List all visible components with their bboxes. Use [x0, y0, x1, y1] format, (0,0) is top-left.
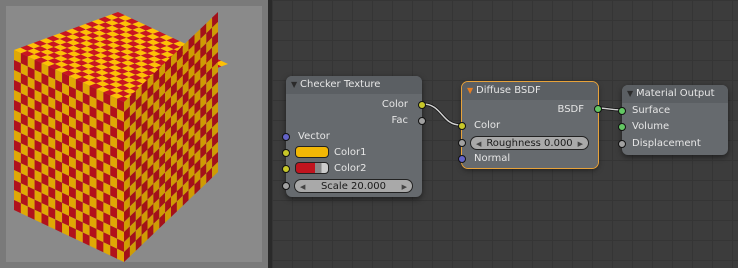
node-editor[interactable]: ▼ Checker Texture Color Fac Vector Color…	[272, 0, 738, 268]
increment-arrow-icon[interactable]: ▶	[578, 137, 583, 151]
checker-cube	[14, 12, 228, 262]
checker-texture-node[interactable]: ▼ Checker Texture Color Fac Vector Color…	[282, 76, 426, 197]
material-output-node[interactable]: ▼ Material Output Surface Volume Displac…	[618, 85, 728, 155]
checker-texture-header[interactable]: ▼ Checker Texture	[286, 76, 422, 94]
node-title: Material Output	[636, 88, 715, 99]
decrement-arrow-icon[interactable]: ◀	[476, 137, 481, 151]
diffuse-bsdf-node[interactable]: ▼ Diffuse BSDF BSDF Color ◀ Roughness 0.…	[458, 81, 602, 169]
roughness-value: Roughness 0.000	[486, 138, 573, 149]
input-normal-socket[interactable]	[458, 155, 466, 163]
input-color-socket[interactable]	[458, 122, 466, 130]
input-surface-label: Surface	[632, 105, 671, 116]
input-color1-label: Color1	[334, 147, 367, 158]
diffuse-bsdf-header[interactable]: ▼ Diffuse BSDF	[462, 82, 598, 100]
input-color-label: Color	[474, 120, 501, 131]
collapse-triangle-icon[interactable]: ▼	[291, 76, 297, 94]
input-displacement-socket[interactable]	[618, 140, 626, 148]
output-fac-socket[interactable]	[418, 117, 426, 125]
color1-swatch[interactable]	[295, 146, 329, 158]
output-color-socket[interactable]	[418, 101, 426, 109]
roughness-field[interactable]: ◀ Roughness 0.000 ▶	[470, 136, 589, 150]
input-color2-label: Color2	[334, 163, 367, 174]
color2-swatch[interactable]	[295, 162, 329, 174]
input-color1-socket[interactable]	[282, 149, 290, 157]
input-volume-socket[interactable]	[618, 123, 626, 131]
output-bsdf-label: BSDF	[557, 104, 584, 115]
node-title: Diffuse BSDF	[476, 85, 541, 96]
input-vector-socket[interactable]	[282, 133, 290, 141]
input-color2-socket[interactable]	[282, 165, 290, 173]
render-preview	[0, 0, 268, 268]
material-output-header[interactable]: ▼ Material Output	[622, 85, 728, 103]
link-color-to-color-inner	[422, 103, 461, 126]
increment-arrow-icon[interactable]: ▶	[402, 180, 407, 194]
input-displacement-label: Displacement	[632, 138, 701, 149]
input-surface-socket[interactable]	[618, 107, 626, 115]
input-vector-label: Vector	[298, 131, 330, 142]
decrement-arrow-icon[interactable]: ◀	[300, 180, 305, 194]
node-title: Checker Texture	[300, 79, 381, 90]
collapse-triangle-icon[interactable]: ▼	[467, 82, 473, 100]
input-volume-label: Volume	[632, 121, 670, 132]
output-fac-label: Fac	[391, 115, 408, 126]
output-color-label: Color	[381, 99, 408, 110]
collapse-triangle-icon[interactable]: ▼	[627, 85, 633, 103]
output-bsdf-socket[interactable]	[594, 105, 602, 113]
scale-value: Scale 20.000	[320, 181, 387, 192]
scale-field[interactable]: ◀ Scale 20.000 ▶	[294, 179, 413, 193]
input-roughness-socket[interactable]	[458, 139, 466, 147]
input-normal-label: Normal	[474, 153, 511, 164]
input-scale-socket[interactable]	[282, 182, 290, 190]
